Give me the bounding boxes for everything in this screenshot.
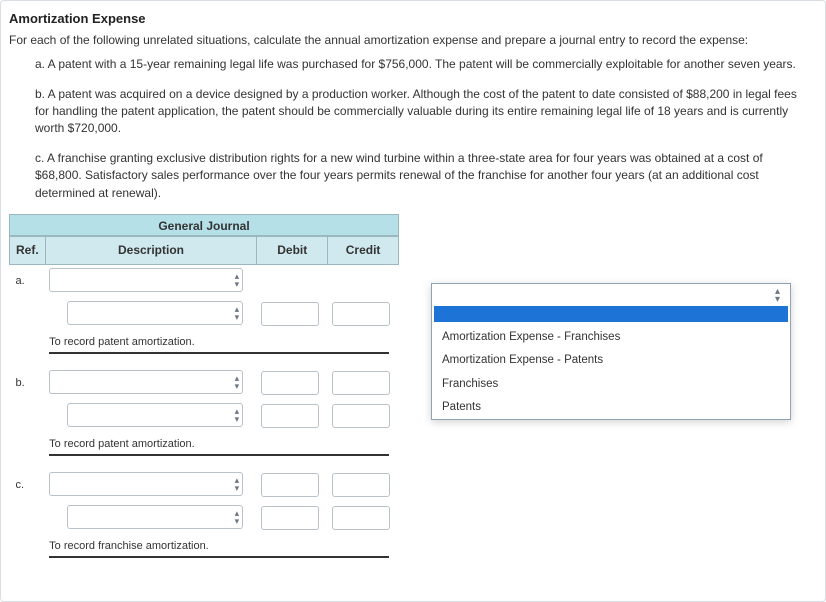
dropdown-option[interactable]: Amortization Expense - Patents xyxy=(432,349,790,372)
debit-input-b1[interactable] xyxy=(261,371,319,395)
updown-icon xyxy=(775,288,780,304)
dropdown-option[interactable]: Amortization Expense - Franchises xyxy=(432,326,790,349)
account-select-a2[interactable] xyxy=(67,301,243,325)
updown-icon xyxy=(235,305,240,321)
journal-row: a. xyxy=(10,264,399,298)
ref-label: c. xyxy=(10,469,46,502)
col-debit: Debit xyxy=(257,236,328,264)
memo-c: To record franchise amortization. xyxy=(49,540,389,558)
account-select-b2[interactable] xyxy=(67,403,243,427)
credit-input-c1[interactable] xyxy=(332,473,390,497)
credit-input-b1[interactable] xyxy=(332,371,390,395)
debit-input-c2[interactable] xyxy=(261,506,319,530)
debit-input-b2[interactable] xyxy=(261,404,319,428)
journal-row xyxy=(10,298,399,331)
ref-label: b. xyxy=(10,367,46,400)
updown-icon xyxy=(235,509,240,525)
col-credit: Credit xyxy=(328,236,399,264)
journal-row xyxy=(10,400,399,433)
journal-row: b. xyxy=(10,367,399,400)
updown-icon xyxy=(235,272,240,288)
item-c: c. A franchise granting exclusive distri… xyxy=(35,150,811,202)
account-select-c2[interactable] xyxy=(67,505,243,529)
updown-icon xyxy=(235,476,240,492)
general-journal-heading: General Journal xyxy=(9,214,399,236)
journal-memo-row: To record patent amortization. xyxy=(10,433,399,469)
col-description: Description xyxy=(45,236,257,264)
debit-input-a[interactable] xyxy=(261,302,319,326)
updown-icon xyxy=(235,374,240,390)
account-select-c1[interactable] xyxy=(49,472,243,496)
journal-row xyxy=(10,502,399,535)
updown-icon xyxy=(235,407,240,423)
section-title: Amortization Expense xyxy=(9,11,811,26)
debit-input-c1[interactable] xyxy=(261,473,319,497)
account-select-b1[interactable] xyxy=(49,370,243,394)
memo-b: To record patent amortization. xyxy=(49,438,389,456)
item-b: b. A patent was acquired on a device des… xyxy=(35,86,811,138)
journal-table: Ref. Description Debit Credit a. xyxy=(9,236,399,571)
dropdown-option[interactable]: Franchises xyxy=(432,373,790,396)
journal-memo-row: To record franchise amortization. xyxy=(10,535,399,571)
dropdown-highlight[interactable] xyxy=(434,306,788,322)
credit-input-b2[interactable] xyxy=(332,404,390,428)
col-ref: Ref. xyxy=(10,236,46,264)
memo-a: To record patent amortization. xyxy=(49,336,389,354)
dropdown-option[interactable]: Patents xyxy=(432,396,790,419)
dropdown-header[interactable] xyxy=(432,284,790,306)
journal-memo-row: To record patent amortization. xyxy=(10,331,399,367)
credit-input-c2[interactable] xyxy=(332,506,390,530)
account-dropdown[interactable]: Amortization Expense - Franchises Amorti… xyxy=(431,283,791,420)
item-a: a. A patent with a 15-year remaining leg… xyxy=(35,56,811,73)
journal-row: c. xyxy=(10,469,399,502)
credit-input-a[interactable] xyxy=(332,302,390,326)
ref-label: a. xyxy=(10,264,46,298)
journal-header-row: Ref. Description Debit Credit xyxy=(10,236,399,264)
account-select-a1[interactable] xyxy=(49,268,243,292)
instructions: For each of the following unrelated situ… xyxy=(9,32,811,48)
